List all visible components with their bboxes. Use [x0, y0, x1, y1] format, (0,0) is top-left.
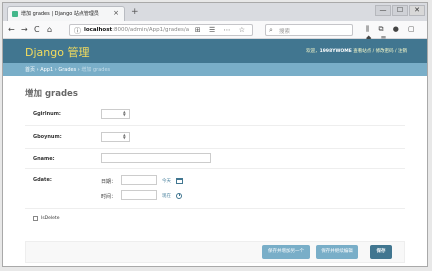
submit-row: 保存并增加另一个 保存并继续编辑 保存	[25, 241, 405, 263]
breadcrumb-app[interactable]: App1	[40, 67, 53, 73]
maximize-button[interactable]: ☐	[392, 5, 408, 16]
site-info-icon[interactable]: ⓘ	[74, 26, 81, 36]
close-window-button[interactable]: ✕	[409, 5, 425, 16]
gname-label: Gname:	[33, 156, 55, 162]
date-label: 日期：	[101, 179, 117, 185]
sidebar-icon[interactable]: ⧉	[378, 25, 383, 33]
isdelete-label: IsDelete	[41, 216, 60, 221]
new-tab-button[interactable]: +	[131, 7, 139, 17]
url-bar[interactable]: ⓘ localhost:8000/admin/App1/grades/a ⊞ ☰…	[69, 24, 253, 36]
calendar-icon[interactable]	[176, 178, 183, 184]
save-button[interactable]: 保存	[370, 245, 392, 259]
gdate-label: Gdate:	[33, 177, 52, 183]
url-text[interactable]: localhost:8000/admin/App1/grades/a	[84, 27, 189, 33]
form-row-ggirlnum: Ggirlnum: ▲ ▼	[25, 103, 405, 126]
back-button[interactable]: ←	[8, 25, 15, 35]
search-icon: ⌕	[269, 26, 273, 34]
screenshot-icon[interactable]: ▢	[408, 25, 415, 33]
user-links[interactable]: 查看站点 / 修改密码 / 注销	[353, 49, 407, 54]
extension-icon[interactable]: ●	[393, 25, 399, 33]
minimize-button[interactable]: —	[375, 5, 391, 16]
save-add-another-button[interactable]: 保存并增加另一个	[262, 245, 310, 259]
search-placeholder: 搜索	[279, 29, 291, 35]
now-link[interactable]: 现在	[162, 193, 171, 199]
today-link[interactable]: 今天	[162, 178, 171, 184]
forward-button[interactable]: →	[21, 25, 28, 35]
breadcrumb: 首页 › App1 › Grades › 增加 grades	[3, 63, 427, 76]
tab-strip: 增加 grades | Django 站点管理员 × + — ☐ ✕	[3, 3, 427, 21]
username: 1998YWOME	[319, 49, 352, 54]
reload-button[interactable]: C	[34, 25, 40, 35]
tab-close-icon[interactable]: ×	[113, 9, 119, 17]
form-row-gname: Gname:	[25, 149, 405, 169]
admin-header: Django 管理 欢迎，1998YWOME 查看站点 / 修改密码 / 注销	[3, 39, 427, 63]
browser-window: 增加 grades | Django 站点管理员 × + — ☐ ✕ ← → C…	[2, 2, 428, 267]
tab-title: 增加 grades | Django 站点管理员	[21, 11, 99, 17]
library-icon[interactable]: ⫼	[366, 25, 369, 33]
clock-icon[interactable]	[176, 193, 182, 199]
page-title: 增加 grades	[25, 89, 78, 99]
browser-tab[interactable]: 增加 grades | Django 站点管理员 ×	[7, 6, 125, 21]
gboynum-input[interactable]: ▲ ▼	[101, 132, 130, 142]
spinner-icon[interactable]: ▲ ▼	[123, 110, 128, 117]
time-input[interactable]	[121, 190, 157, 200]
form-row-gboynum: Gboynum: ▲ ▼	[25, 126, 405, 149]
django-favicon-icon	[12, 11, 18, 17]
home-button[interactable]: ⌂	[47, 25, 52, 35]
breadcrumb-current: 增加 grades	[81, 67, 111, 73]
ggirlnum-label: Ggirlnum:	[33, 111, 61, 117]
user-tools: 欢迎，1998YWOME 查看站点 / 修改密码 / 注销	[306, 49, 407, 54]
form-row-gdate: Gdate: 日期： 今天 时间： 现在	[25, 169, 405, 209]
breadcrumb-home[interactable]: 首页	[25, 67, 35, 73]
url-bar-icons[interactable]: ⊞ ☰ ⋯ ☆	[195, 26, 248, 34]
gname-input[interactable]	[101, 153, 211, 163]
isdelete-checkbox[interactable]	[33, 216, 38, 221]
time-label: 时间：	[101, 194, 117, 200]
ggirlnum-input[interactable]: ▲ ▼	[101, 109, 130, 119]
site-brand[interactable]: Django 管理	[25, 44, 89, 60]
search-bar[interactable]: ⌕ 搜索	[265, 24, 353, 36]
save-continue-button[interactable]: 保存并继续编辑	[316, 245, 358, 259]
date-input[interactable]	[121, 175, 157, 185]
navigation-bar: ← → C ⌂ ⓘ localhost:8000/admin/App1/grad…	[3, 21, 427, 42]
spinner-icon[interactable]: ▲ ▼	[123, 133, 128, 140]
breadcrumb-model[interactable]: Grades	[58, 67, 76, 73]
gboynum-label: Gboynum:	[33, 134, 62, 140]
